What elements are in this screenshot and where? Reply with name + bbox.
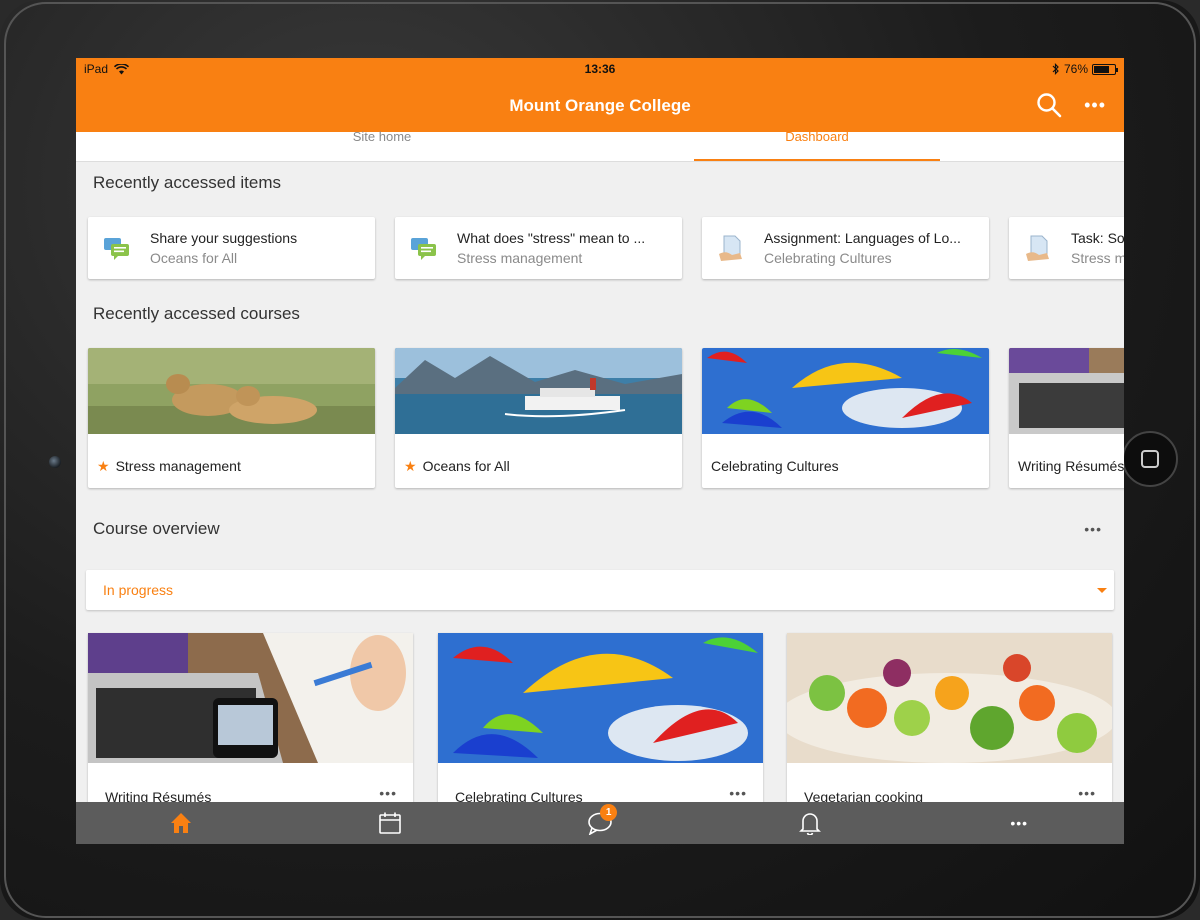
bell-icon bbox=[798, 813, 821, 835]
course-image-laptop bbox=[88, 633, 413, 763]
recent-item-title: Task: So bbox=[1071, 230, 1124, 246]
page-title: Mount Orange College bbox=[509, 96, 691, 115]
forum-icon bbox=[104, 238, 129, 260]
course-overview-title: Course overview bbox=[93, 519, 220, 538]
status-time: 13:36 bbox=[584, 62, 616, 76]
course-card[interactable]: ★ Stress management bbox=[88, 348, 375, 488]
star-icon: ★ bbox=[404, 457, 417, 474]
camera-lens bbox=[49, 456, 61, 468]
recent-courses-heading: Recently accessed courses bbox=[93, 304, 300, 323]
recent-item-course: Celebrating Cultures bbox=[764, 250, 892, 266]
tab-dashboard[interactable]: Dashboard bbox=[694, 130, 940, 161]
course-image-umbrellas bbox=[438, 633, 763, 763]
search-icon[interactable] bbox=[1036, 92, 1062, 118]
battery-icon bbox=[1092, 63, 1118, 75]
more-icon: ••• bbox=[1010, 815, 1029, 831]
wifi-icon bbox=[114, 63, 130, 74]
course-image-boat bbox=[395, 348, 682, 434]
course-filter-select[interactable]: In progress bbox=[86, 570, 1114, 610]
course-card[interactable]: Writing Résumés bbox=[1009, 348, 1124, 488]
course-name: Celebrating Cultures bbox=[711, 458, 839, 474]
bottom-tab-bar: 1 ••• bbox=[76, 802, 1124, 844]
recent-items-heading: Recently accessed items bbox=[93, 173, 282, 192]
chevron-down-icon bbox=[1097, 588, 1107, 593]
overview-course-card[interactable]: Vegetarian cooking ••• bbox=[787, 633, 1112, 808]
more-icon[interactable]: ••• bbox=[379, 785, 397, 801]
tab-site-home[interactable]: Site home bbox=[76, 130, 688, 161]
app-bar: Mount Orange College ••• bbox=[76, 80, 1124, 132]
course-filter-value: In progress bbox=[103, 582, 174, 598]
assignment-icon bbox=[1026, 235, 1049, 261]
tab-home[interactable] bbox=[76, 802, 286, 844]
status-bar: iPad 13:36 76% bbox=[76, 58, 1124, 80]
overview-course-card[interactable]: Celebrating Cultures ••• bbox=[438, 633, 763, 808]
recent-item-title: What does "stress" mean to ... bbox=[457, 230, 646, 246]
course-card[interactable]: ★ Oceans for All bbox=[395, 348, 682, 488]
tab-messages[interactable]: 1 bbox=[495, 802, 705, 844]
more-icon[interactable]: ••• bbox=[729, 785, 747, 801]
more-icon[interactable]: ••• bbox=[1084, 522, 1102, 536]
recent-item-course: Stress management bbox=[457, 250, 583, 266]
recent-item[interactable]: Task: So Stress m bbox=[1009, 217, 1124, 279]
course-image-laptop bbox=[1009, 348, 1124, 434]
course-image-umbrellas bbox=[702, 348, 989, 434]
tab-more[interactable]: ••• bbox=[914, 802, 1124, 844]
tab-strip: Site home Dashboard bbox=[76, 130, 1124, 162]
home-button[interactable] bbox=[1122, 431, 1178, 487]
more-icon[interactable]: ••• bbox=[1078, 785, 1096, 801]
course-card[interactable]: Celebrating Cultures bbox=[702, 348, 989, 488]
device-label: iPad bbox=[84, 62, 109, 76]
app-screen: iPad 13:36 76% Mount Orange College ••• … bbox=[76, 58, 1124, 844]
recent-item-course: Oceans for All bbox=[150, 250, 238, 266]
course-image-vegetables bbox=[787, 633, 1112, 763]
recent-item-title: Assignment: Languages of Lo... bbox=[764, 230, 961, 246]
calendar-icon bbox=[379, 812, 402, 834]
recent-item[interactable]: What does "stress" mean to ... Stress ma… bbox=[395, 217, 682, 279]
ipad-frame: iPad 13:36 76% Mount Orange College ••• … bbox=[0, 0, 1200, 920]
course-overview-heading: Course overview ••• bbox=[76, 508, 1124, 550]
forum-icon bbox=[411, 238, 436, 260]
course-name: Stress management bbox=[115, 458, 241, 474]
overview-course-card[interactable]: Writing Résumés ••• bbox=[88, 633, 413, 808]
more-icon[interactable]: ••• bbox=[1084, 96, 1106, 114]
recent-item[interactable]: Assignment: Languages of Lo... Celebrati… bbox=[702, 217, 989, 279]
course-name: Writing Résumés bbox=[1018, 458, 1124, 474]
messages-badge: 1 bbox=[600, 804, 618, 821]
assignment-icon bbox=[719, 235, 742, 261]
course-image-lions bbox=[88, 348, 375, 434]
recent-item-course: Stress m bbox=[1071, 250, 1124, 266]
star-icon: ★ bbox=[97, 457, 110, 474]
home-icon bbox=[170, 813, 191, 833]
battery-percent: 76% bbox=[1063, 62, 1088, 76]
tab-notifications[interactable] bbox=[705, 802, 915, 844]
bluetooth-icon bbox=[1052, 63, 1059, 75]
recent-item[interactable]: Share your suggestions Oceans for All bbox=[88, 217, 375, 279]
recent-item-title: Share your suggestions bbox=[150, 230, 298, 246]
course-name: Oceans for All bbox=[422, 458, 510, 474]
tab-calendar[interactable] bbox=[286, 802, 496, 844]
